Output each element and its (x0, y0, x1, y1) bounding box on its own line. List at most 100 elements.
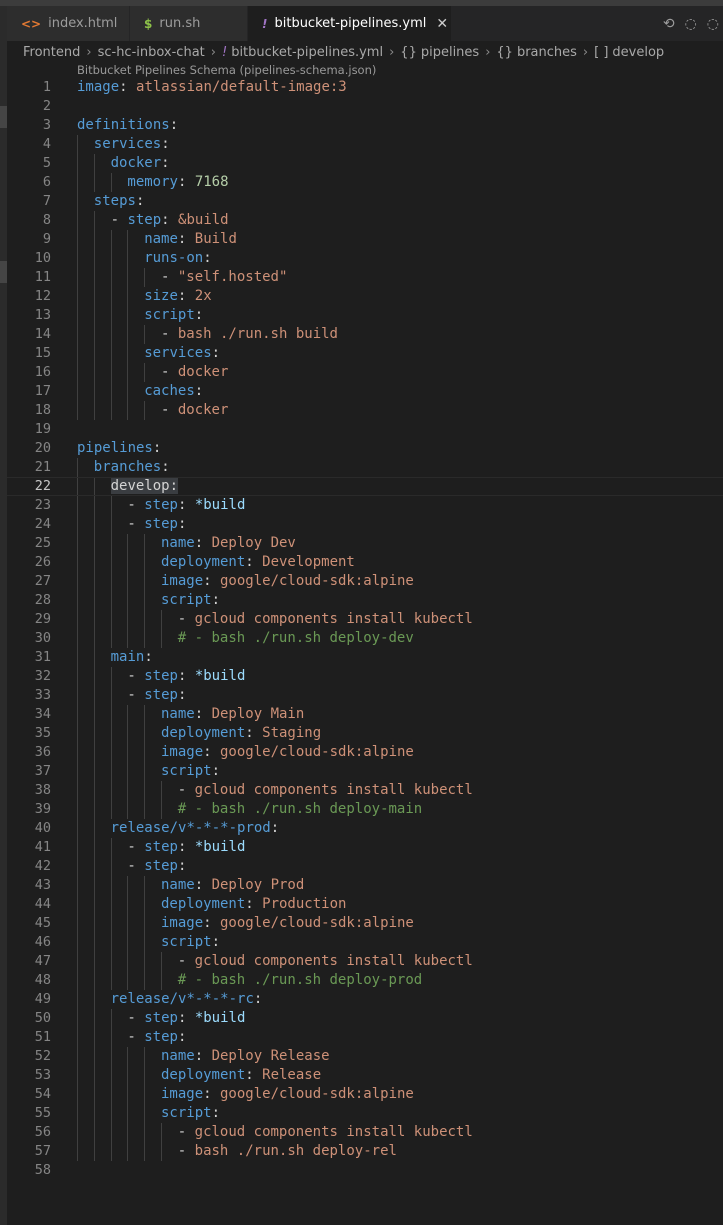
indent-guide (110, 686, 128, 705)
indent-guide (144, 534, 161, 553)
code-line[interactable]: 23 - step: *build (7, 496, 723, 515)
breadcrumb-item[interactable]: bitbucket-pipelines.yml (231, 45, 383, 60)
code-line[interactable]: 7 steps: (7, 192, 723, 211)
line-number: 38 (34, 782, 51, 798)
code-token: : (203, 744, 220, 760)
code-line[interactable]: 5 docker: (7, 154, 723, 173)
breadcrumb-item[interactable]: branches (517, 45, 577, 60)
next-change-icon[interactable]: ◌ (707, 16, 719, 32)
code-text: memory: 7168 (77, 173, 229, 192)
code-line[interactable]: 12 size: 2x (7, 287, 723, 306)
line-number: 45 (34, 915, 51, 931)
code-line[interactable]: 1 image: atlassian/default-image:3 (7, 78, 723, 97)
code-token: - (160, 269, 178, 285)
code-token: : (177, 687, 187, 703)
breadcrumb-item[interactable]: sc-hc-inbox-chat (98, 45, 205, 60)
line-number: 46 (34, 934, 51, 950)
indent-guide (110, 895, 128, 914)
code-line[interactable]: 45 image: google/cloud-sdk:alpine (7, 914, 723, 933)
previous-change-icon[interactable]: ◌ (685, 16, 697, 32)
code-line[interactable]: 46 script: (7, 933, 723, 952)
tab-bitbucket-pipelines[interactable]: ! bitbucket-pipelines.yml ✕ (248, 6, 452, 41)
code-line[interactable]: 33 - step: (7, 686, 723, 705)
code-line[interactable]: 8 - step: &build (7, 211, 723, 230)
breadcrumb-item[interactable]: Frontend (23, 45, 80, 60)
indent-guide (77, 515, 94, 534)
code-line[interactable]: 52 name: Deploy Release (7, 1047, 723, 1066)
code-line[interactable]: 34 name: Deploy Main (7, 705, 723, 724)
line-number: 19 (34, 421, 51, 437)
code-text: deployment: Staging (77, 724, 321, 743)
schema-codelens[interactable]: Bitbucket Pipelines Schema (pipelines-sc… (77, 63, 376, 77)
breadcrumb: Frontend › sc-hc-inbox-chat › ! bitbucke… (23, 42, 664, 62)
code-text: name: Deploy Prod (77, 876, 304, 895)
code-token: Development (262, 554, 355, 570)
indent-guide (93, 591, 111, 610)
code-line[interactable]: 31 main: (7, 648, 723, 667)
code-line[interactable]: 4 services: (7, 135, 723, 154)
code-line[interactable]: 29 - gcloud components install kubectl (7, 610, 723, 629)
code-line[interactable]: 51 - step: (7, 1028, 723, 1047)
code-line[interactable]: 19 (7, 420, 723, 439)
code-line[interactable]: 42 - step: (7, 857, 723, 876)
code-line[interactable]: 49 release/v*-*-*-rc: (7, 990, 723, 1009)
close-icon[interactable]: ✕ (436, 16, 448, 32)
code-token: caches (144, 383, 195, 399)
indent-guide (93, 344, 111, 363)
code-line[interactable]: 56 - gcloud components install kubectl (7, 1123, 723, 1142)
code-line[interactable]: 48 # - bash ./run.sh deploy-prod (7, 971, 723, 990)
code-line[interactable]: 57 - bash ./run.sh deploy-rel (7, 1142, 723, 1161)
code-line[interactable]: 21 branches: (7, 458, 723, 477)
code-line[interactable]: 50 - step: *build (7, 1009, 723, 1028)
code-line[interactable]: 58 (7, 1161, 723, 1180)
code-line[interactable]: 14 - bash ./run.sh build (7, 325, 723, 344)
code-line[interactable]: 41 - step: *build (7, 838, 723, 857)
code-editor[interactable]: 1 image: atlassian/default-image:3 2 3 defin… (7, 78, 723, 1180)
code-line[interactable]: 44 deployment: Production (7, 895, 723, 914)
code-line[interactable]: 43 name: Deploy Prod (7, 876, 723, 895)
code-line[interactable]: 13 script: (7, 306, 723, 325)
code-line[interactable]: 30 # - bash ./run.sh deploy-dev (7, 629, 723, 648)
open-changes-icon[interactable]: ⟲ (663, 16, 675, 32)
code-line[interactable]: 15 services: (7, 344, 723, 363)
code-line[interactable]: 37 script: (7, 762, 723, 781)
breadcrumb-item[interactable]: develop (612, 45, 664, 60)
code-line[interactable]: 6 memory: 7168 (7, 173, 723, 192)
code-line[interactable]: 35 deployment: Staging (7, 724, 723, 743)
code-line[interactable]: 53 deployment: Release (7, 1066, 723, 1085)
code-line[interactable]: 24 - step: (7, 515, 723, 534)
code-line[interactable]: 18 - docker (7, 401, 723, 420)
code-line[interactable]: 26 deployment: Development (7, 553, 723, 572)
code-line[interactable]: 9 name: Build (7, 230, 723, 249)
indent-guide (93, 971, 111, 990)
line-number: 18 (34, 402, 51, 418)
tab-run-sh[interactable]: $ run.sh (130, 6, 248, 41)
code-line[interactable]: 27 image: google/cloud-sdk:alpine (7, 572, 723, 591)
code-line[interactable]: 3 definitions: (7, 116, 723, 135)
indent-guide (127, 382, 144, 401)
code-line[interactable]: 38 - gcloud components install kubectl (7, 781, 723, 800)
code-text: image: google/cloud-sdk:alpine (77, 1085, 414, 1104)
code-line[interactable]: 54 image: google/cloud-sdk:alpine (7, 1085, 723, 1104)
indent-guide (77, 1047, 94, 1066)
code-line[interactable]: 55 script: (7, 1104, 723, 1123)
code-line[interactable]: 39 # - bash ./run.sh deploy-main (7, 800, 723, 819)
code-line[interactable]: 11 - "self.hosted" (7, 268, 723, 287)
indent-guide (110, 705, 128, 724)
line-number: 48 (34, 972, 51, 988)
code-line[interactable]: 16 - docker (7, 363, 723, 382)
code-line[interactable]: 17 caches: (7, 382, 723, 401)
tab-index-html[interactable]: <> index.html (7, 6, 130, 41)
code-line[interactable]: 28 script: (7, 591, 723, 610)
code-line[interactable]: 10 runs-on: (7, 249, 723, 268)
code-line[interactable]: 40 release/v*-*-*-prod: (7, 819, 723, 838)
code-line[interactable]: 2 (7, 97, 723, 116)
code-line[interactable]: 22 develop: (7, 477, 723, 496)
code-line[interactable]: 32 - step: *build (7, 667, 723, 686)
breadcrumb-item[interactable]: pipelines (421, 45, 479, 60)
code-line[interactable]: 20 pipelines: (7, 439, 723, 458)
code-line[interactable]: 47 - gcloud components install kubectl (7, 952, 723, 971)
code-line[interactable]: 36 image: google/cloud-sdk:alpine (7, 743, 723, 762)
code-line[interactable]: 25 name: Deploy Dev (7, 534, 723, 553)
code-text: name: Deploy Release (77, 1047, 330, 1066)
